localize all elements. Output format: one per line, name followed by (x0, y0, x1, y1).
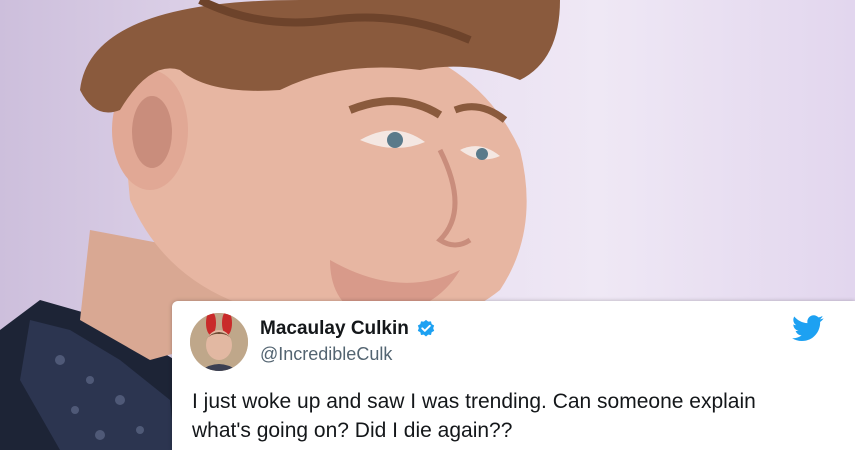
user-handle[interactable]: @IncredibleCulk (260, 344, 392, 365)
avatar[interactable] (190, 313, 248, 371)
tweet-text-line-1: I just woke up and saw I was trending. C… (192, 390, 756, 413)
display-name[interactable]: Macaulay Culkin (260, 318, 409, 340)
tweet-text-line-2: what's going on? Did I die again?? (192, 419, 513, 442)
tweet-text: I just woke up and saw I was trending. C… (192, 387, 842, 445)
twitter-bird-icon[interactable] (792, 315, 824, 342)
verified-badge-icon (417, 319, 435, 337)
tweet-card[interactable]: Macaulay Culkin @IncredibleCulk I just w… (172, 301, 855, 450)
